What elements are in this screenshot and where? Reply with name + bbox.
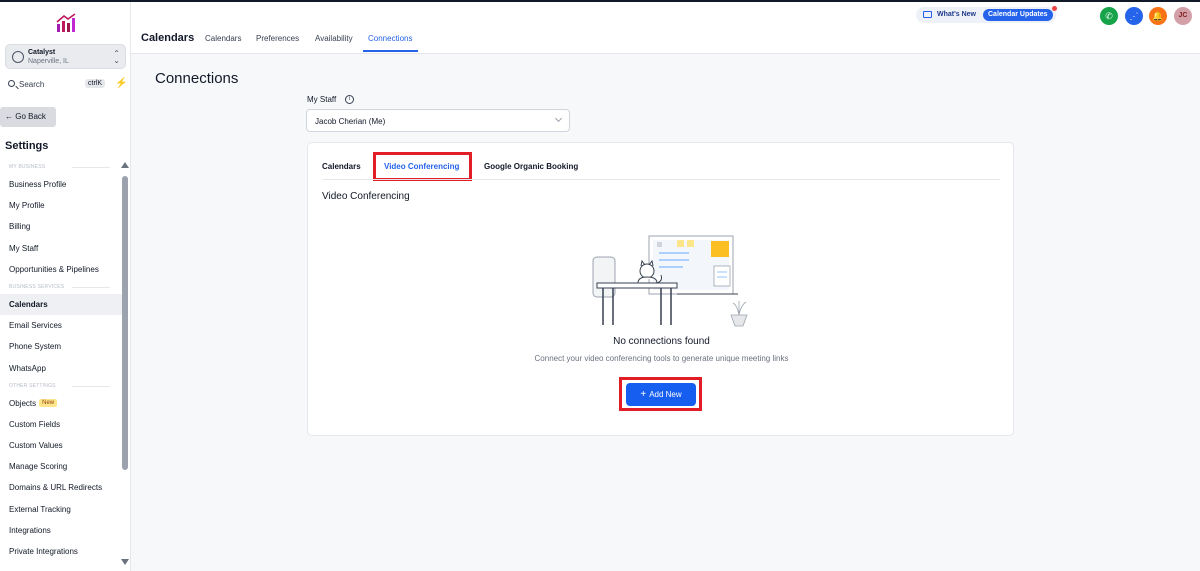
bolt-icon[interactable]: ⚡ [115, 78, 127, 89]
account-switcher[interactable]: Catalyst Naperville, IL ⌃ ⌄ [5, 44, 126, 69]
sidebar-item-billing[interactable]: Billing [0, 216, 122, 237]
new-badge: New [39, 398, 58, 407]
sidebar-item-custom-values[interactable]: Custom Values [0, 435, 122, 456]
sidebar-item-label: Objects [9, 398, 37, 408]
sidebar-item-my-staff[interactable]: My Staff [0, 238, 122, 259]
whats-new-button[interactable]: What's New Calendar Updates [916, 6, 1057, 23]
sidebar-scrollbar[interactable] [121, 162, 129, 570]
active-tab-indicator [363, 50, 418, 52]
staff-select-value: Jacob Cherian (Me) [315, 117, 386, 126]
calendar-updates-badge[interactable]: Calendar Updates [983, 9, 1053, 21]
section-label-my-business: MY BUSINESS [0, 160, 122, 174]
sidebar-item-my-profile[interactable]: My Profile [0, 195, 122, 216]
plus-icon: + [640, 389, 647, 400]
empty-state-subtitle: Connect your video conferencing tools to… [534, 354, 789, 363]
sidebar-item-domains[interactable]: Domains & URL Redirects [0, 477, 122, 498]
account-name: Catalyst [28, 49, 56, 56]
sidebar-item-custom-fields[interactable]: Custom Fields [0, 414, 122, 435]
scroll-up-arrow[interactable] [121, 162, 129, 168]
account-location: Naperville, IL [28, 58, 69, 65]
chevron-updown-icon: ⌃ ⌄ [113, 49, 120, 65]
location-icon [12, 51, 24, 63]
chevron-down-icon [554, 114, 563, 123]
card-tab-divider [322, 179, 1000, 180]
add-new-label: Add New [649, 390, 682, 399]
header-title: Calendars [141, 32, 195, 44]
dialpad-icon[interactable]: ⋰ [1125, 7, 1143, 25]
whats-new-label: What's New [937, 11, 977, 18]
staff-select[interactable]: Jacob Cherian (Me) [306, 109, 570, 132]
top-header: Calendars Calendars Preferences Availabi… [131, 2, 1200, 54]
section-label-other-settings: OTHER SETTINGS [0, 379, 122, 393]
section-label-business-services: BUSINESS SERVICES [0, 280, 122, 294]
tab-calendars[interactable]: Calendars [205, 34, 241, 43]
search-label: Search [19, 80, 45, 89]
search-shortcut: ctrlK [85, 79, 105, 88]
arrow-left-icon: ← [5, 112, 13, 121]
go-back-label: Go Back [15, 112, 46, 121]
empty-state-illustration [592, 235, 748, 327]
bell-icon[interactable]: 🔔 [1149, 7, 1167, 25]
sidebar-item-opportunities[interactable]: Opportunities & Pipelines [0, 259, 122, 280]
phone-icon[interactable]: ✆ [1100, 7, 1118, 25]
notification-dot [1052, 6, 1057, 11]
sidebar-item-whatsapp[interactable]: WhatsApp [0, 358, 122, 379]
card-tab-calendars[interactable]: Calendars [322, 162, 361, 171]
sidebar-item-objects[interactable]: Objects New [0, 393, 122, 414]
go-back-button[interactable]: ← Go Back [0, 107, 56, 127]
tab-connections[interactable]: Connections [368, 34, 412, 43]
sidebar-item-phone-system[interactable]: Phone System [0, 336, 122, 357]
sidebar-item-calendars[interactable]: Calendars [0, 293, 122, 316]
sidebar-item-external-tracking[interactable]: External Tracking [0, 499, 122, 520]
sidebar-item-manage-scoring[interactable]: Manage Scoring [0, 456, 122, 477]
sidebar-item-private-integrations[interactable]: Private Integrations [0, 541, 122, 562]
staff-label: My Staff [307, 95, 337, 104]
tab-availability[interactable]: Availability [315, 34, 353, 43]
sidebar-search[interactable]: Search ctrlK ⚡ [5, 78, 127, 92]
sidebar: Catalyst Naperville, IL ⌃ ⌄ Search ctrlK … [0, 2, 131, 571]
highlight-box-tab [373, 152, 472, 181]
logo-icon[interactable] [55, 12, 77, 34]
connections-card: Calendars Video Conferencing Google Orga… [307, 142, 1014, 436]
card-tab-google-organic-booking[interactable]: Google Organic Booking [484, 162, 578, 171]
scroll-thumb[interactable] [122, 176, 128, 470]
settings-title: Settings [5, 140, 49, 152]
megaphone-icon [923, 11, 932, 18]
section-title: Video Conferencing [322, 191, 410, 202]
settings-nav: MY BUSINESS Business Profile My Profile … [0, 160, 122, 562]
avatar[interactable]: JC [1174, 7, 1192, 25]
empty-state-title: No connections found [613, 336, 710, 347]
page-title: Connections [155, 70, 239, 87]
sidebar-item-integrations[interactable]: Integrations [0, 520, 122, 541]
info-icon[interactable]: i [345, 95, 354, 104]
sidebar-item-email-services[interactable]: Email Services [0, 315, 122, 336]
scroll-down-arrow[interactable] [121, 559, 129, 565]
tab-preferences[interactable]: Preferences [256, 34, 299, 43]
add-new-button[interactable]: + Add New [626, 383, 696, 406]
search-icon [8, 80, 15, 87]
sidebar-item-business-profile[interactable]: Business Profile [0, 174, 122, 195]
